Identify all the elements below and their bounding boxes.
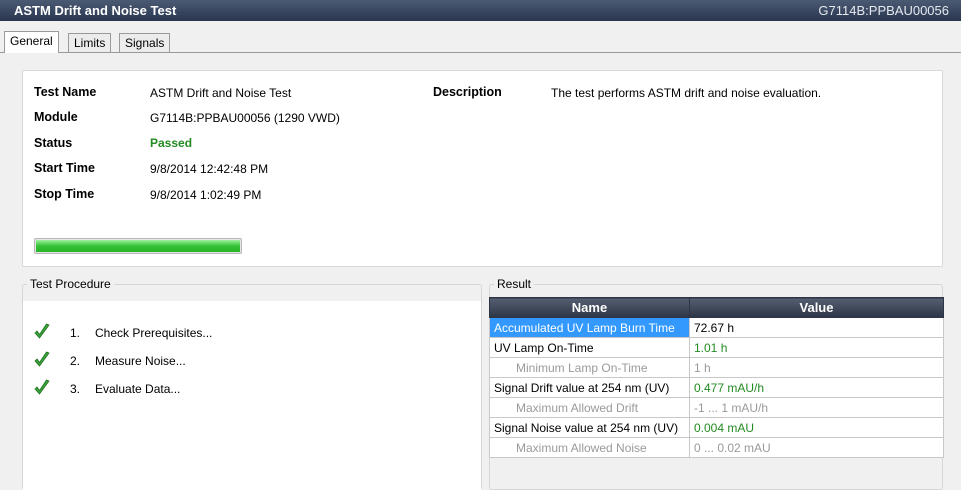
tab-divider (0, 52, 961, 53)
tab-general[interactable]: General (4, 31, 59, 53)
test-procedure-group: Test Procedure 1. Check Prerequisites...… (22, 277, 482, 503)
module-value: G7114B:PPBAU00056 (1290 VWD) (150, 111, 340, 125)
status-label: Status (34, 136, 73, 150)
table-row[interactable]: Signal Noise value at 254 nm (UV) 0.004 … (489, 417, 944, 438)
table-row[interactable]: Minimum Lamp On-Time 1 h (489, 357, 944, 378)
test-name-label: Test Name (34, 85, 97, 99)
start-time-value: 9/8/2014 12:42:48 PM (150, 162, 269, 176)
test-name-value: ASTM Drift and Noise Test (150, 86, 292, 100)
column-header-name[interactable]: Name (489, 297, 690, 318)
instrument-id: G7114B:PPBAU00056 (818, 3, 949, 18)
tab-limits[interactable]: Limits (68, 33, 112, 52)
step-number: 1. (70, 326, 81, 340)
check-icon (34, 379, 50, 395)
description-label: Description (433, 85, 502, 99)
step-number: 3. (70, 382, 81, 396)
result-value-cell[interactable]: 0.477 mAU/h (689, 377, 944, 398)
result-name-cell[interactable]: Signal Noise value at 254 nm (UV) (489, 417, 690, 438)
description-value: The test performs ASTM drift and noise e… (551, 86, 822, 100)
table-row[interactable]: Accumulated UV Lamp Burn Time 72.67 h (489, 317, 944, 338)
result-value-cell[interactable]: 72.67 h (689, 317, 944, 338)
result-title: Result (497, 277, 532, 291)
step-label: Measure Noise... (95, 354, 186, 368)
stop-time-label: Stop Time (34, 187, 95, 201)
start-time-label: Start Time (34, 161, 95, 175)
tab-content-general: Test Name ASTM Drift and Noise Test Modu… (0, 54, 961, 503)
result-value-cell[interactable]: 0.004 mAU (689, 417, 944, 438)
result-value-cell[interactable]: 1.01 h (689, 337, 944, 358)
column-header-value[interactable]: Value (689, 297, 944, 318)
step-label: Check Prerequisites... (95, 326, 213, 340)
step-label: Evaluate Data... (95, 382, 181, 396)
result-name-cell[interactable]: Maximum Allowed Drift (489, 397, 690, 418)
result-value-cell[interactable]: 0 ... 0.02 mAU (689, 437, 944, 458)
table-row[interactable]: UV Lamp On-Time 1.01 h (489, 337, 944, 358)
stop-time-value: 9/8/2014 1:02:49 PM (150, 188, 262, 202)
tab-signals[interactable]: Signals (119, 33, 171, 52)
result-name-cell[interactable]: Maximum Allowed Noise (489, 437, 690, 458)
window-title: ASTM Drift and Noise Test (14, 3, 177, 18)
test-procedure-list: 1. Check Prerequisites... 2. Measure Noi… (23, 301, 481, 503)
check-icon (34, 351, 50, 367)
title-bar: ASTM Drift and Noise Test G7114B:PPBAU00… (0, 0, 961, 21)
table-row[interactable]: Maximum Allowed Noise 0 ... 0.02 mAU (489, 437, 944, 458)
table-row[interactable]: Maximum Allowed Drift -1 ... 1 mAU/h (489, 397, 944, 418)
tab-strip: General Limits Signals (0, 21, 961, 54)
result-name-cell[interactable]: Accumulated UV Lamp Burn Time (489, 317, 690, 338)
progress-bar (34, 238, 242, 254)
result-name-cell[interactable]: Signal Drift value at 254 nm (UV) (489, 377, 690, 398)
result-name-cell[interactable]: Minimum Lamp On-Time (489, 357, 690, 378)
step-number: 2. (70, 354, 81, 368)
result-value-cell[interactable]: 1 h (689, 357, 944, 378)
test-info-panel: Test Name ASTM Drift and Noise Test Modu… (22, 70, 943, 267)
result-header-row: Name Value (489, 297, 944, 318)
result-name-cell[interactable]: UV Lamp On-Time (489, 337, 690, 358)
test-procedure-title: Test Procedure (30, 277, 111, 291)
result-table: Name Value Accumulated UV Lamp Burn Time… (489, 297, 944, 458)
table-row[interactable]: Signal Drift value at 254 nm (UV) 0.477 … (489, 377, 944, 398)
result-value-cell[interactable]: -1 ... 1 mAU/h (689, 397, 944, 418)
check-icon (34, 323, 50, 339)
status-value: Passed (150, 136, 193, 150)
module-label: Module (34, 110, 78, 124)
progress-bar-fill (36, 240, 240, 252)
